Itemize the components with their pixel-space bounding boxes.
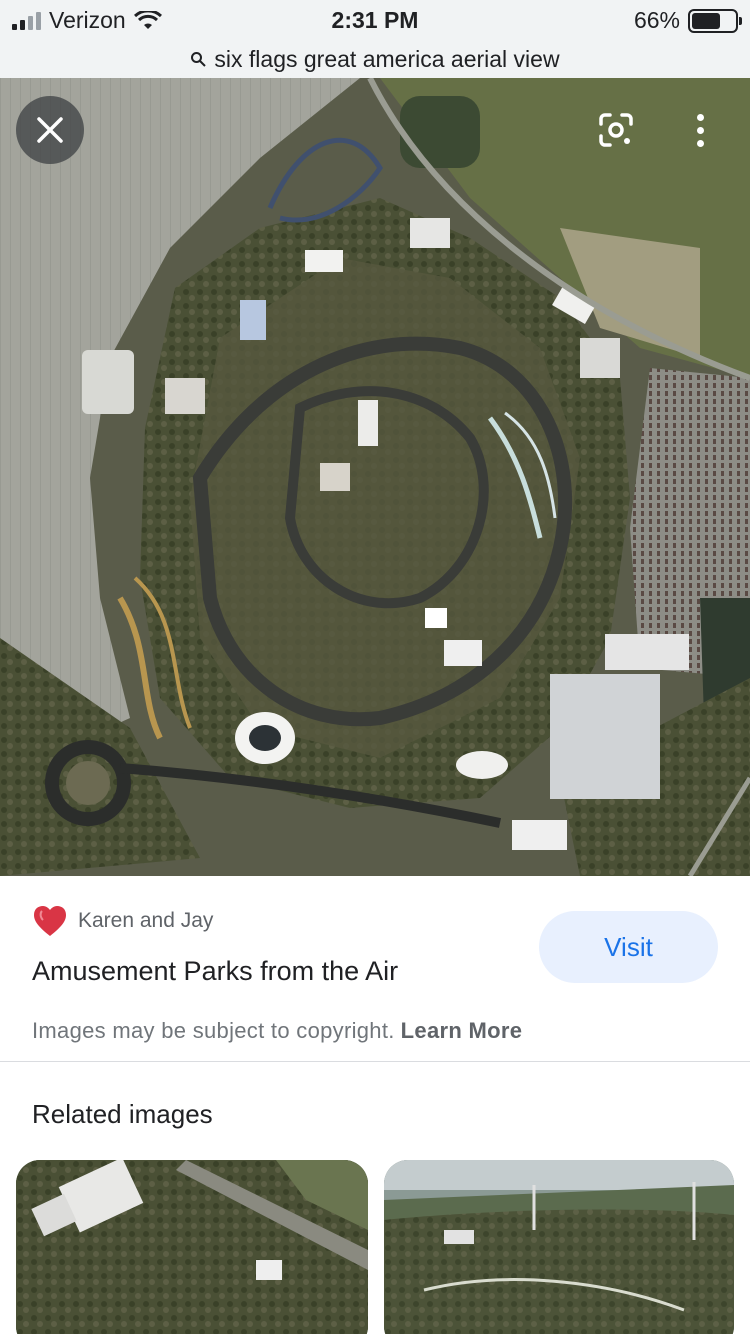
copyright-notice: Images may be subject to copyright. Learn… bbox=[32, 1018, 522, 1044]
aerial-image[interactable] bbox=[0, 78, 750, 876]
search-icon bbox=[191, 52, 207, 67]
aerial-photo bbox=[0, 78, 750, 876]
close-icon bbox=[37, 117, 63, 143]
related-image-thumbnail[interactable] bbox=[384, 1160, 734, 1334]
more-vert-dot bbox=[696, 139, 704, 147]
image-info-panel: Karen and Jay Amusement Parks from the A… bbox=[0, 876, 750, 1062]
battery-percent: 66% bbox=[633, 7, 680, 33]
search-query-bar[interactable]: six flags great america aerial view bbox=[0, 40, 750, 78]
more-vert-icon bbox=[696, 113, 704, 121]
heart-favicon-icon bbox=[34, 906, 66, 936]
related-image-photo bbox=[16, 1160, 368, 1334]
lens-button[interactable] bbox=[592, 106, 640, 154]
source-name: Karen and Jay bbox=[78, 909, 214, 932]
source-link[interactable]: Karen and Jay bbox=[32, 904, 213, 938]
status-bar: Verizon 2:31 PM 66% bbox=[0, 0, 750, 40]
lens-icon bbox=[599, 113, 633, 147]
battery-icon bbox=[688, 8, 742, 33]
more-vert-dot bbox=[696, 126, 704, 134]
visit-button[interactable]: Visit bbox=[539, 911, 718, 983]
close-button[interactable] bbox=[16, 96, 84, 164]
learn-more-link[interactable]: Learn More bbox=[401, 1018, 523, 1043]
related-image-thumbnail[interactable] bbox=[16, 1160, 368, 1334]
result-title[interactable]: Amusement Parks from the Air bbox=[32, 956, 398, 987]
more-options-button[interactable] bbox=[684, 106, 716, 154]
related-image-photo bbox=[384, 1160, 734, 1334]
search-query-text: six flags great america aerial view bbox=[214, 45, 560, 72]
status-right: 66% bbox=[633, 7, 742, 34]
related-images-heading: Related images bbox=[32, 1099, 213, 1129]
copyright-text: Images may be subject to copyright. bbox=[32, 1018, 395, 1043]
